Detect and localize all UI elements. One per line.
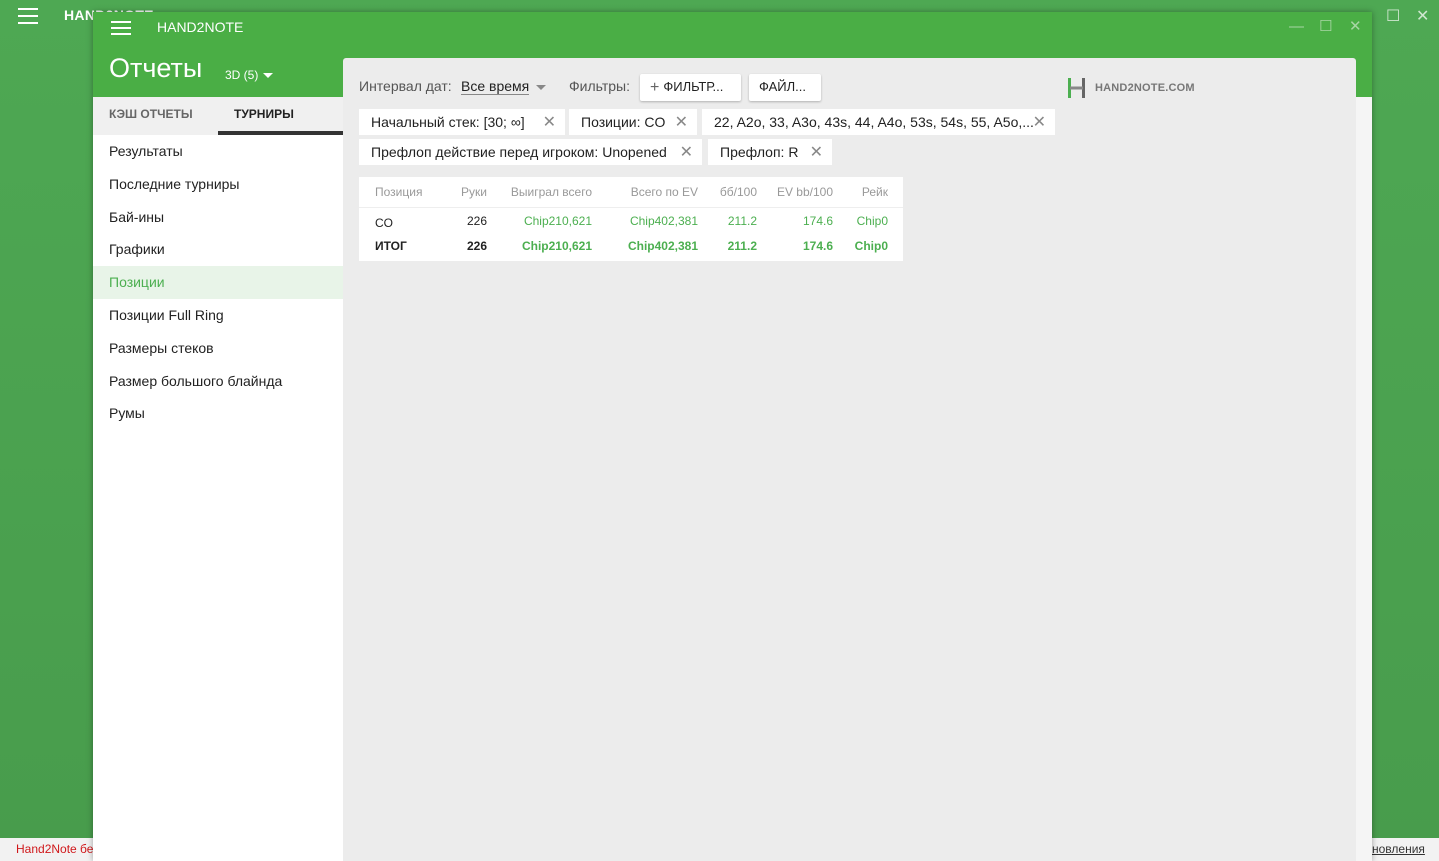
filter-chip-hands: 22, A2o, 33, A3o, 43s, 44, A4o, 53s, 54s… [702, 109, 1055, 135]
hand2note-logo-icon [1068, 78, 1085, 98]
background-update-link[interactable]: новления [1372, 838, 1439, 861]
results-table: Позиция Руки Выиграл всего Всего по EV б… [359, 177, 903, 261]
cell-position: CO [375, 216, 393, 230]
sidebar-item-results[interactable]: Результаты [93, 135, 343, 168]
file-button[interactable]: ФАЙЛ... [749, 74, 821, 101]
total-label: ИТОГ [375, 239, 407, 253]
cell-rake: Chip0 [856, 214, 888, 228]
filter-chip-label: Позиции: CO [581, 114, 666, 130]
sidebar-item-graphs[interactable]: Графики [93, 233, 343, 266]
sidebar-tabs: КЭШ ОТЧЕТЫ ТУРНИРЫ [93, 97, 343, 135]
total-won-total: Chip210,621 [521, 239, 592, 253]
background-status-text: Hand2Note бе [0, 838, 94, 861]
cell-bb100: 211.2 [727, 214, 757, 228]
background-close-icon[interactable]: ✕ [1416, 6, 1429, 26]
logo-text: HAND2NOTE.COM [1095, 82, 1195, 94]
filter-chip-label: 22, A2o, 33, A3o, 43s, 44, A4o, 53s, 54s… [714, 114, 1034, 130]
column-header-ev-bb100[interactable]: EV bb/100 [767, 185, 833, 199]
column-header-rake[interactable]: Рейк [843, 185, 888, 199]
filter-chip-label: Префлоп: R [720, 144, 799, 160]
chevron-down-icon [263, 73, 274, 79]
cell-won-total: Chip210,621 [523, 214, 592, 228]
filter-chip-label: Префлоп действие перед игроком: Unopened [371, 144, 667, 160]
file-button-label: ФАЙЛ... [759, 79, 806, 94]
maximize-icon[interactable]: ☐ [1319, 18, 1332, 36]
sidebar-item-buy-ins[interactable]: Бай-ины [93, 201, 343, 234]
sidebar-menu: Результаты Последние турниры Бай-ины Гра… [93, 135, 343, 430]
sidebar-item-positions-full-ring[interactable]: Позиции Full Ring [93, 299, 343, 332]
background-menu-icon[interactable] [18, 8, 38, 24]
minimize-icon[interactable]: — [1289, 18, 1304, 36]
background-maximize-icon[interactable]: ☐ [1386, 6, 1400, 26]
remove-filter-icon[interactable]: ✕ [675, 112, 688, 132]
add-filter-button-label: ФИЛЬТР... [663, 79, 724, 94]
hand2note-logo[interactable]: HAND2NOTE.COM [1066, 77, 1195, 99]
total-rake: Chip0 [854, 239, 888, 253]
column-header-ev-total[interactable]: Всего по EV [614, 185, 698, 199]
window-title: HAND2NOTE [157, 19, 244, 35]
interval-label: Интервал дат: [359, 78, 452, 94]
interval-chevron-down-icon[interactable] [536, 85, 546, 90]
report-content: Интервал дат: Все время Фильтры: + ФИЛЬТР… [343, 58, 1356, 861]
cell-hands: 226 [466, 214, 487, 228]
column-header-position[interactable]: Позиция [375, 185, 422, 199]
database-selector-label: 3D (5) [225, 68, 259, 82]
filter-chip-positions: Позиции: CO ✕ [569, 109, 697, 135]
filter-chip-preflop: Префлоп: R ✕ [708, 139, 832, 165]
sidebar-item-rooms[interactable]: Румы [93, 397, 343, 430]
hamburger-menu-icon[interactable] [111, 21, 131, 35]
add-filter-button[interactable]: + ФИЛЬТР... [640, 74, 741, 101]
plus-icon: + [650, 79, 660, 96]
total-bb100: 211.2 [727, 239, 757, 253]
filter-chip-preflop-action: Префлоп действие перед игроком: Unopened… [359, 139, 702, 165]
sidebar-item-recent-tournaments[interactable]: Последние турниры [93, 168, 343, 201]
sidebar: КЭШ ОТЧЕТЫ ТУРНИРЫ Результаты Последние … [93, 97, 343, 861]
column-header-won-total[interactable]: Выиграл всего [499, 185, 592, 199]
tab-tournaments[interactable]: ТУРНИРЫ [218, 97, 343, 135]
filter-chip-starting-stack: Начальный стек: [30; ∞] ✕ [359, 109, 565, 135]
close-icon[interactable]: ✕ [1349, 18, 1362, 36]
reports-window: HAND2NOTE — ☐ ✕ Отчеты 3D (5) КЭШ ОТЧЕТЫ… [93, 12, 1372, 861]
filter-chip-label: Начальный стек: [30; ∞] [371, 114, 525, 130]
tab-cash-reports[interactable]: КЭШ ОТЧЕТЫ [109, 97, 193, 135]
cell-ev-bb100: 174.6 [802, 214, 833, 228]
database-selector[interactable]: 3D (5) [225, 68, 274, 82]
total-hands: 226 [466, 239, 487, 253]
column-header-bb100[interactable]: бб/100 [709, 185, 757, 199]
sidebar-item-big-blind-size[interactable]: Размер большого блайнда [93, 365, 343, 398]
header-divider [359, 207, 903, 208]
remove-filter-icon[interactable]: ✕ [680, 142, 693, 162]
remove-filter-icon[interactable]: ✕ [543, 112, 556, 132]
page-title: Отчеты [109, 53, 203, 83]
remove-filter-icon[interactable]: ✕ [810, 142, 823, 162]
interval-dropdown[interactable]: Все время [461, 78, 530, 95]
column-header-hands[interactable]: Руки [449, 185, 487, 199]
sidebar-item-positions[interactable]: Позиции [93, 266, 343, 299]
total-ev-total: Chip402,381 [627, 239, 698, 253]
filters-label: Фильтры: [569, 78, 630, 94]
remove-filter-icon[interactable]: ✕ [1033, 112, 1046, 132]
sidebar-item-stack-sizes[interactable]: Размеры стеков [93, 332, 343, 365]
title-bar: HAND2NOTE — ☐ ✕ [93, 12, 1372, 42]
total-ev-bb100: 174.6 [802, 239, 833, 253]
cell-ev-total: Chip402,381 [629, 214, 698, 228]
